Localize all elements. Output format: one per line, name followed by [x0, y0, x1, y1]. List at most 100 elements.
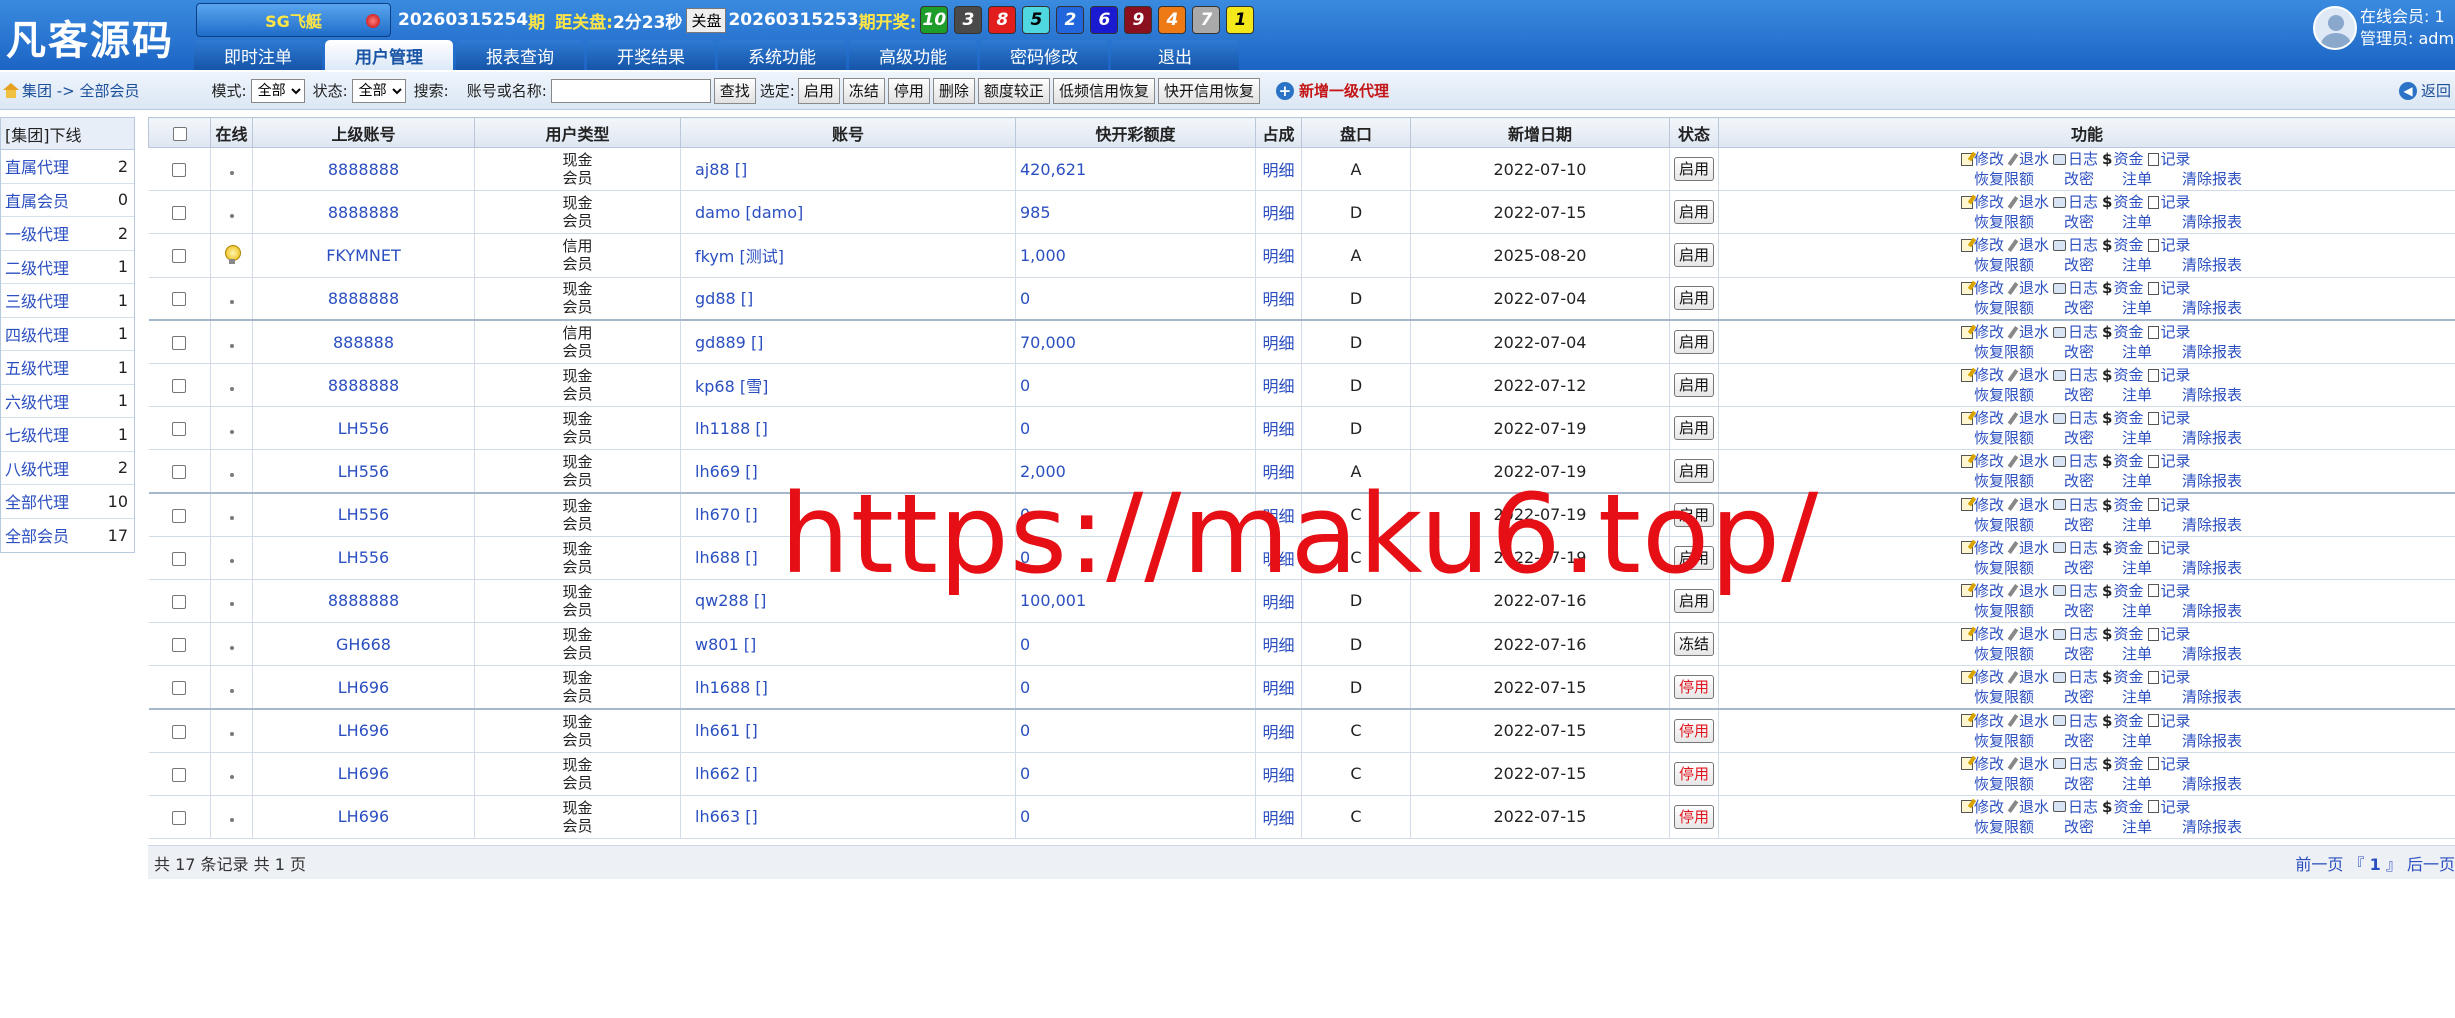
- restore-limit-link[interactable]: 恢复限额: [1974, 601, 2034, 621]
- rebate-link[interactable]: 退水: [2007, 538, 2049, 558]
- status-button[interactable]: 停用: [1673, 718, 1714, 743]
- restore-limit-link[interactable]: 恢复限额: [1974, 731, 2034, 751]
- status-button[interactable]: 停用: [1673, 761, 1714, 786]
- restore-limit-link[interactable]: 恢复限额: [1974, 644, 2034, 664]
- record-link[interactable]: 记录: [2147, 667, 2191, 687]
- account-link[interactable]: gd88 []: [680, 277, 1016, 322]
- status-button[interactable]: 启用: [1673, 416, 1714, 441]
- account-link[interactable]: lh669 []: [680, 449, 1016, 495]
- account-link[interactable]: damo [damo]: [680, 190, 1016, 235]
- sidebar-item[interactable]: 全部代理 10: [1, 485, 134, 519]
- row-select-cell[interactable]: [148, 190, 211, 235]
- restore-limit-link[interactable]: 恢复限额: [1974, 817, 2034, 837]
- record-link[interactable]: 记录: [2147, 365, 2191, 385]
- funds-link[interactable]: $ 资金: [2102, 322, 2143, 342]
- share-detail-link[interactable]: 明细: [1255, 536, 1302, 580]
- mode-select[interactable]: 全部: [250, 78, 305, 103]
- change-password-link[interactable]: 改密: [2064, 471, 2094, 491]
- edit-link[interactable]: 修改: [1961, 451, 2004, 471]
- status-button[interactable]: 启用: [1673, 286, 1714, 311]
- record-link[interactable]: 记录: [2147, 451, 2191, 471]
- rebate-link[interactable]: 退水: [2007, 235, 2049, 255]
- bets-link[interactable]: 注单: [2122, 428, 2152, 448]
- change-password-link[interactable]: 改密: [2064, 731, 2094, 751]
- rebate-link[interactable]: 退水: [2007, 365, 2049, 385]
- share-detail-link[interactable]: 明细: [1255, 493, 1302, 537]
- clear-report-link[interactable]: 清除报表: [2182, 471, 2242, 491]
- back-button[interactable]: ◀ 返回: [2398, 80, 2451, 101]
- sidebar-item[interactable]: 四级代理 1: [1, 318, 134, 351]
- bets-link[interactable]: 注单: [2122, 169, 2152, 189]
- change-password-link[interactable]: 改密: [2064, 169, 2094, 189]
- share-detail-link[interactable]: 明细: [1255, 752, 1302, 796]
- clear-report-link[interactable]: 清除报表: [2182, 342, 2242, 362]
- log-link[interactable]: 日志: [2053, 322, 2098, 342]
- sidebar-item[interactable]: 二级代理 1: [1, 251, 134, 284]
- restore-limit-link[interactable]: 恢复限额: [1974, 558, 2034, 578]
- record-link[interactable]: 记录: [2147, 192, 2191, 212]
- restore-limit-link[interactable]: 恢复限额: [1974, 774, 2034, 794]
- clear-report-link[interactable]: 清除报表: [2182, 515, 2242, 535]
- tab-user-management[interactable]: 用户管理: [325, 40, 453, 70]
- tab-advanced[interactable]: 高级功能: [849, 40, 977, 70]
- share-detail-link[interactable]: 明细: [1255, 190, 1302, 235]
- row-select-cell[interactable]: [148, 233, 211, 278]
- change-password-link[interactable]: 改密: [2064, 687, 2094, 707]
- share-detail-link[interactable]: 明细: [1255, 795, 1302, 840]
- parent-account-link[interactable]: 8888888: [252, 363, 475, 408]
- account-link[interactable]: w801 []: [680, 622, 1016, 667]
- clear-report-link[interactable]: 清除报表: [2182, 817, 2242, 837]
- row-select-cell[interactable]: [148, 147, 211, 192]
- clear-report-link[interactable]: 清除报表: [2182, 601, 2242, 621]
- change-password-link[interactable]: 改密: [2064, 817, 2094, 837]
- row-select-cell[interactable]: [148, 708, 211, 753]
- sidebar-item[interactable]: 直属代理 2: [1, 150, 134, 184]
- parent-account-link[interactable]: FKYMNET: [252, 233, 475, 278]
- change-password-link[interactable]: 改密: [2064, 515, 2094, 535]
- sidebar-item[interactable]: 八级代理 2: [1, 452, 134, 485]
- credit-link[interactable]: 0: [1015, 363, 1256, 408]
- row-checkbox[interactable]: [172, 724, 187, 739]
- row-checkbox[interactable]: [172, 206, 187, 221]
- row-select-cell[interactable]: [148, 363, 211, 408]
- record-link[interactable]: 记录: [2147, 278, 2191, 298]
- share-detail-link[interactable]: 明细: [1255, 320, 1302, 364]
- add-agent-button[interactable]: + 新增一级代理: [1275, 80, 1389, 101]
- account-link[interactable]: lh1688 []: [680, 665, 1016, 710]
- bets-link[interactable]: 注单: [2122, 774, 2152, 794]
- log-link[interactable]: 日志: [2053, 235, 2098, 255]
- account-link[interactable]: lh670 []: [680, 493, 1016, 537]
- account-link[interactable]: lh1188 []: [680, 406, 1016, 451]
- rebate-link[interactable]: 退水: [2007, 408, 2049, 428]
- rebate-link[interactable]: 退水: [2007, 451, 2049, 471]
- clear-report-link[interactable]: 清除报表: [2182, 255, 2242, 275]
- log-link[interactable]: 日志: [2053, 149, 2098, 169]
- funds-link[interactable]: $ 资金: [2102, 581, 2143, 601]
- clear-report-link[interactable]: 清除报表: [2182, 385, 2242, 405]
- log-link[interactable]: 日志: [2053, 365, 2098, 385]
- close-market-button[interactable]: 关盘: [686, 7, 727, 33]
- change-password-link[interactable]: 改密: [2064, 212, 2094, 232]
- credit-link[interactable]: 0: [1015, 795, 1256, 840]
- clear-report-link[interactable]: 清除报表: [2182, 298, 2242, 318]
- account-link[interactable]: aj88 []: [680, 147, 1016, 192]
- record-link[interactable]: 记录: [2147, 797, 2191, 817]
- tab-password[interactable]: 密码修改: [980, 40, 1108, 70]
- enable-button[interactable]: 启用: [797, 77, 840, 104]
- row-select-cell[interactable]: [148, 493, 211, 537]
- parent-account-link[interactable]: LH556: [252, 449, 475, 495]
- record-link[interactable]: 记录: [2147, 149, 2191, 169]
- rebate-link[interactable]: 退水: [2007, 322, 2049, 342]
- share-detail-link[interactable]: 明细: [1255, 233, 1302, 278]
- funds-link[interactable]: $ 资金: [2102, 797, 2143, 817]
- account-link[interactable]: lh663 []: [680, 795, 1016, 840]
- clear-report-link[interactable]: 清除报表: [2182, 558, 2242, 578]
- restore-limit-link[interactable]: 恢复限额: [1974, 428, 2034, 448]
- parent-account-link[interactable]: 8888888: [252, 190, 475, 235]
- status-button[interactable]: 启用: [1673, 330, 1714, 355]
- bets-link[interactable]: 注单: [2122, 471, 2152, 491]
- edit-link[interactable]: 修改: [1961, 235, 2004, 255]
- log-link[interactable]: 日志: [2053, 667, 2098, 687]
- edit-link[interactable]: 修改: [1961, 365, 2004, 385]
- bets-link[interactable]: 注单: [2122, 601, 2152, 621]
